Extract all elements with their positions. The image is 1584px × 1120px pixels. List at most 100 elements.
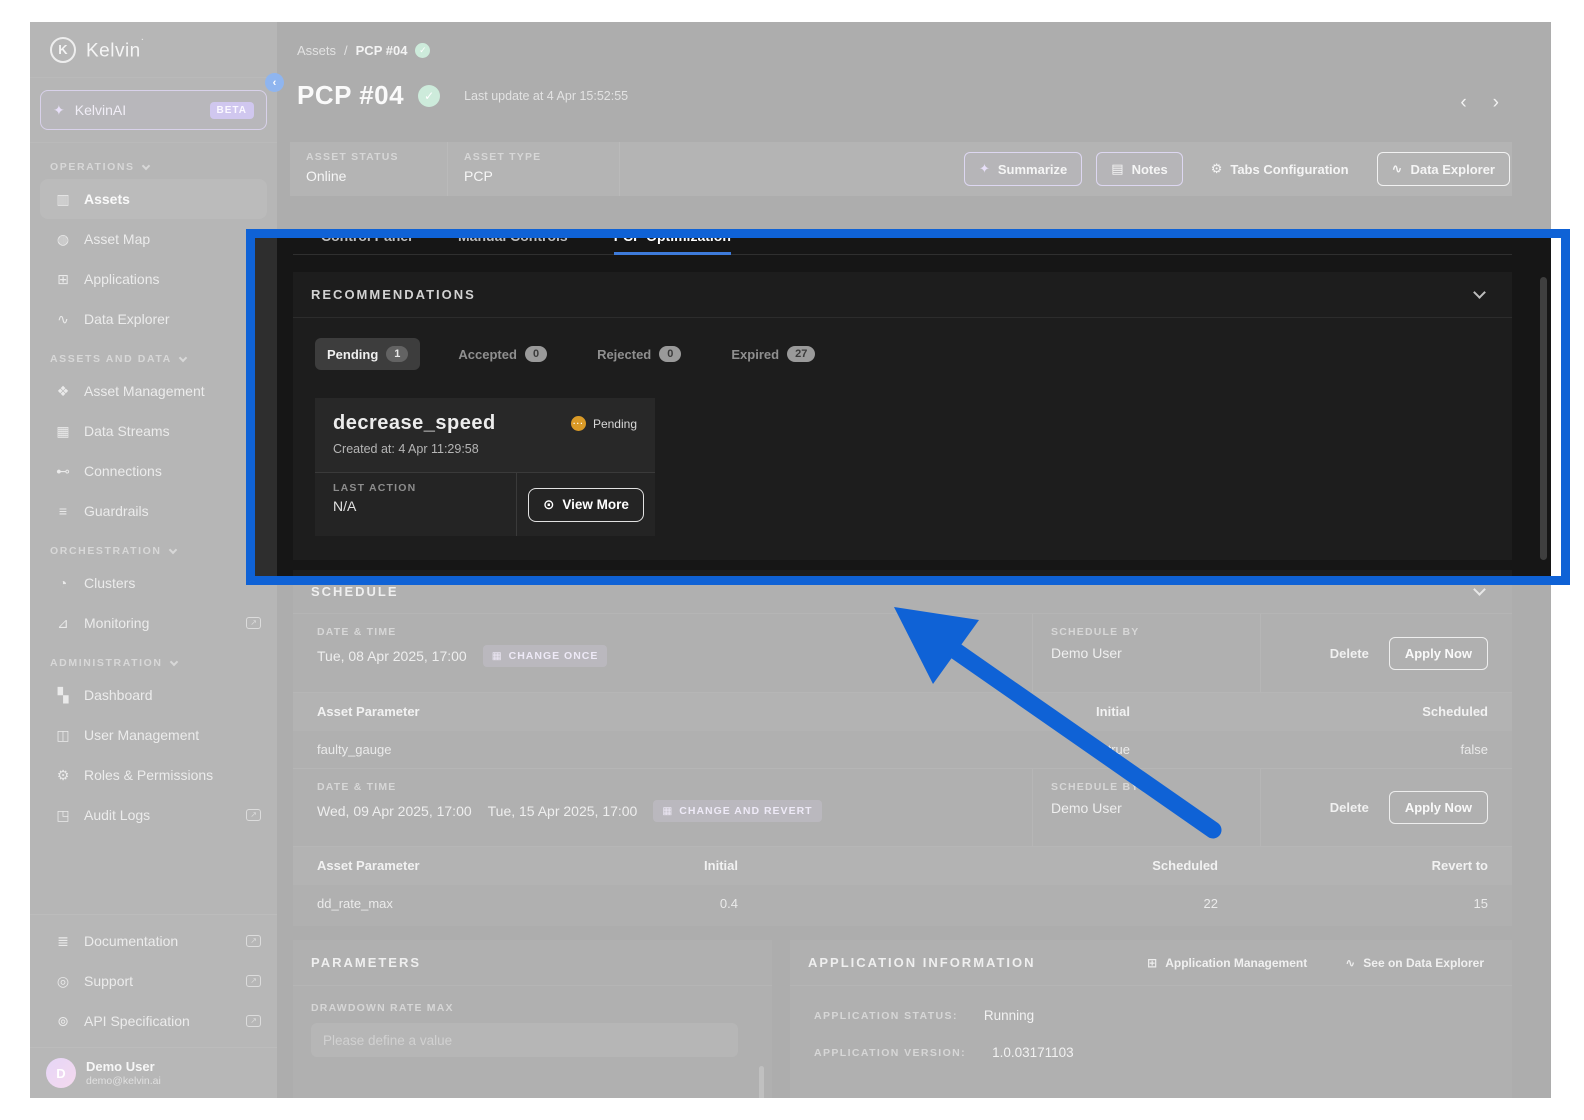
sidebar-item-monitoring[interactable]: ⊿ Monitoring ↗ bbox=[30, 603, 277, 643]
scheduled-value: false bbox=[1130, 742, 1488, 757]
external-link-icon: ↗ bbox=[246, 1015, 261, 1027]
schedule1-by: Demo User bbox=[1051, 645, 1260, 661]
sidebar-item-assets[interactable]: ▥ Assets bbox=[40, 179, 267, 219]
calendar-icon: ▦ bbox=[662, 805, 673, 817]
summarize-button[interactable]: ✦ Summarize bbox=[964, 152, 1082, 186]
application-management-link[interactable]: ⊞ Application Management bbox=[1147, 956, 1307, 970]
notes-button[interactable]: ▤ Notes bbox=[1096, 152, 1182, 186]
view-more-button[interactable]: ⊙ View More bbox=[528, 488, 644, 522]
section-orchestration[interactable]: ORCHESTRATION bbox=[30, 531, 277, 563]
audit-logs-icon: ◳ bbox=[54, 807, 72, 824]
filter-pending[interactable]: Pending 1 bbox=[315, 338, 420, 370]
drawdown-rate-max-label: DRAWDOWN RATE MAX bbox=[311, 1002, 738, 1014]
application-version-value: 1.0.03171103 bbox=[992, 1045, 1074, 1060]
briefcase-icon: ▥ bbox=[54, 191, 72, 208]
asset-actions: ✦ Summarize ▤ Notes ⚙ Tabs Configuration… bbox=[620, 142, 1512, 196]
recommendation-filters: Pending 1 Accepted 0 Rejected 0 Expired … bbox=[293, 318, 1512, 370]
sidebar-item-documentation[interactable]: ≣ Documentation ↗ bbox=[30, 921, 277, 961]
schedule2-table-header: Asset Parameter Initial Scheduled Revert… bbox=[293, 846, 1512, 884]
asset-type-value: PCP bbox=[464, 168, 619, 184]
asset-type-cell: ASSET TYPE PCP bbox=[448, 142, 620, 196]
sidebar-item-clusters[interactable]: ◔ Clusters bbox=[30, 563, 277, 603]
application-version-row: APPLICATION VERSION: 1.0.03171103 bbox=[790, 1045, 1512, 1060]
recommendation-name: decrease_speed bbox=[333, 412, 496, 435]
sidebar-item-dashboard[interactable]: ▚ Dashboard bbox=[30, 675, 277, 715]
apply-now-button[interactable]: Apply Now bbox=[1389, 637, 1488, 670]
tab-pcp-optimization[interactable]: PCP Optimization bbox=[614, 228, 731, 254]
user-profile[interactable]: D Demo User demo@kelvin.ai bbox=[30, 1047, 277, 1098]
document-icon: ≣ bbox=[54, 933, 72, 950]
chevron-down-icon bbox=[179, 354, 187, 362]
sparkle-icon: ✦ bbox=[979, 161, 990, 177]
main-scrollbar[interactable] bbox=[1540, 277, 1547, 560]
prev-asset-button[interactable]: ‹ bbox=[1460, 92, 1466, 114]
waveform-icon: ∿ bbox=[54, 311, 72, 328]
sidebar-item-connections[interactable]: ⊷ Connections bbox=[30, 451, 277, 491]
breadcrumb-assets[interactable]: Assets bbox=[297, 43, 336, 58]
title-row: PCP #04 ✓ Last update at 4 Apr 15:52:55 bbox=[297, 80, 628, 111]
sidebar-item-asset-management[interactable]: ❖ Asset Management bbox=[30, 371, 277, 411]
apply-now-button[interactable]: Apply Now bbox=[1389, 791, 1488, 824]
calendar-icon: ▦ bbox=[492, 650, 503, 662]
delete-button[interactable]: Delete bbox=[1330, 646, 1369, 661]
parameters-scrollbar[interactable] bbox=[759, 1066, 764, 1098]
parameters-panel: PARAMETERS DRAWDOWN RATE MAX bbox=[293, 940, 772, 1098]
last-update-text: Last update at 4 Apr 15:52:55 bbox=[464, 89, 628, 103]
main-content: Assets / PCP #04 ✓ PCP #04 ✓ Last update… bbox=[277, 22, 1551, 1098]
expired-count-badge: 27 bbox=[787, 346, 815, 362]
filter-expired[interactable]: Expired 27 bbox=[719, 338, 827, 370]
sidebar-item-roles-permissions[interactable]: ⚙ Roles & Permissions bbox=[30, 755, 277, 795]
section-administration[interactable]: ADMINISTRATION bbox=[30, 643, 277, 675]
globe-icon: ◍ bbox=[54, 231, 72, 248]
external-link-icon: ↗ bbox=[246, 809, 261, 821]
asset-status-cell: ASSET STATUS Online bbox=[290, 142, 448, 196]
connections-icon: ⊷ bbox=[54, 463, 72, 480]
asset-pager: ‹ › bbox=[1460, 92, 1499, 114]
recommendation-status: ··· Pending bbox=[571, 416, 637, 431]
sidebar-collapse-button[interactable]: ‹ bbox=[265, 73, 284, 92]
collapse-chevron-icon[interactable] bbox=[1473, 286, 1486, 299]
sidebar-item-applications[interactable]: ⊞ Applications bbox=[30, 259, 277, 299]
drawdown-rate-max-input[interactable] bbox=[311, 1023, 738, 1057]
tab-manual-controls[interactable]: Manual Controls bbox=[458, 228, 568, 254]
sidebar-item-data-streams[interactable]: ▦ Data Streams bbox=[30, 411, 277, 451]
tabs-configuration-button[interactable]: ⚙ Tabs Configuration bbox=[1197, 152, 1363, 186]
sidebar-item-user-management[interactable]: ◫ User Management bbox=[30, 715, 277, 755]
sidebar-item-kelvinai[interactable]: ✦ KelvinAI BETA bbox=[40, 90, 267, 130]
pending-status-icon: ··· bbox=[571, 416, 586, 431]
accepted-count-badge: 0 bbox=[525, 346, 547, 362]
sidebar-item-asset-map[interactable]: ◍ Asset Map bbox=[30, 219, 277, 259]
section-assets-and-data[interactable]: ASSETS AND DATA bbox=[30, 339, 277, 371]
brand-logo[interactable]: K Kelvin bbox=[30, 22, 277, 78]
sidebar-item-api-specification[interactable]: ⊚ API Specification ↗ bbox=[30, 1001, 277, 1041]
clusters-icon: ◔ bbox=[54, 575, 72, 591]
data-streams-icon: ▦ bbox=[54, 423, 72, 440]
chevron-down-icon bbox=[141, 162, 149, 170]
filter-accepted[interactable]: Accepted 0 bbox=[446, 338, 559, 370]
data-explorer-button[interactable]: ∿ Data Explorer bbox=[1377, 152, 1510, 186]
collapse-chevron-icon[interactable] bbox=[1473, 583, 1486, 596]
schedule1-table-row: faulty_gauge true false bbox=[293, 730, 1512, 768]
filter-rejected[interactable]: Rejected 0 bbox=[585, 338, 693, 370]
see-on-data-explorer-link[interactable]: ∿ See on Data Explorer bbox=[1345, 956, 1484, 970]
section-operations[interactable]: OPERATIONS bbox=[30, 147, 277, 179]
next-asset-button[interactable]: › bbox=[1493, 92, 1499, 114]
tab-bar: Control Panel Manual Controls PCP Optimi… bbox=[293, 228, 1512, 255]
sidebar-item-support[interactable]: ◎ Support ↗ bbox=[30, 961, 277, 1001]
schedule-title: SCHEDULE bbox=[311, 584, 399, 599]
kelvinai-row: ✦ KelvinAI BETA bbox=[30, 78, 277, 143]
beta-badge: BETA bbox=[210, 102, 254, 119]
sidebar-item-guardrails[interactable]: ≡ Guardrails bbox=[30, 491, 277, 531]
scheduled-value: 22 bbox=[738, 896, 1218, 911]
sidebar-footer: ≣ Documentation ↗ ◎ Support ↗ ⊚ API Spec… bbox=[30, 914, 277, 1098]
api-icon: ⊚ bbox=[54, 1013, 72, 1030]
tab-control-panel[interactable]: Control Panel bbox=[321, 228, 412, 254]
delete-button[interactable]: Delete bbox=[1330, 800, 1369, 815]
notes-icon: ▤ bbox=[1111, 161, 1123, 177]
recommendations-panel: RECOMMENDATIONS Pending 1 Accepted 0 Rej… bbox=[293, 272, 1512, 560]
sidebar-item-audit-logs[interactable]: ◳ Audit Logs ↗ bbox=[30, 795, 277, 835]
sidebar-item-data-explorer[interactable]: ∿ Data Explorer bbox=[30, 299, 277, 339]
asset-management-icon: ❖ bbox=[54, 383, 72, 400]
schedule-header: SCHEDULE bbox=[293, 570, 1512, 614]
last-action-value: N/A bbox=[333, 498, 516, 514]
